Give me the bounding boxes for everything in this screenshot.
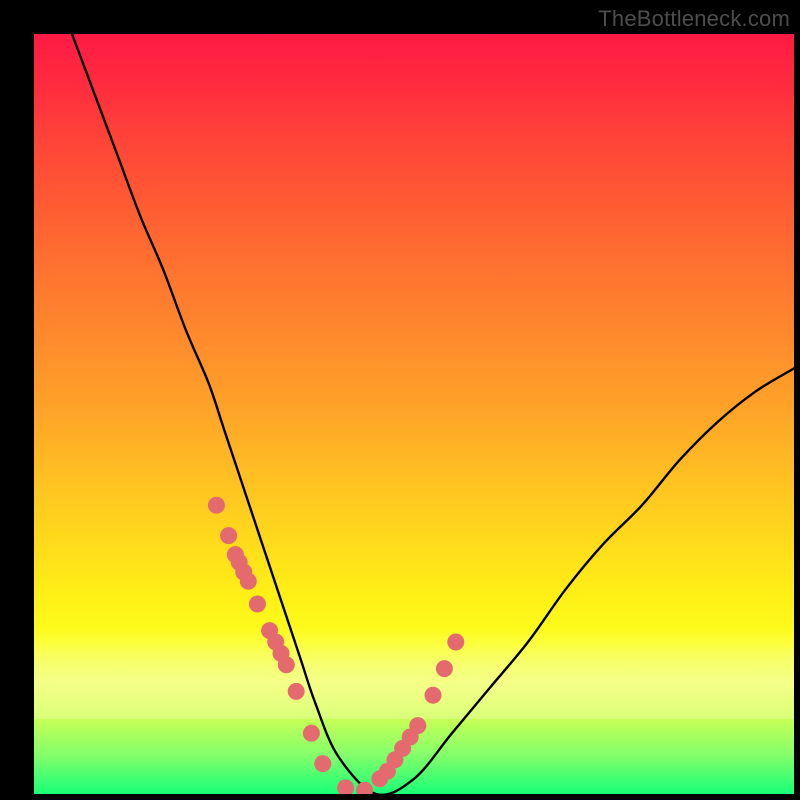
highlight-dot	[288, 683, 305, 700]
curve-layer	[34, 34, 794, 794]
chart-stage: TheBottleneck.com	[0, 0, 800, 800]
highlight-dot	[208, 497, 225, 514]
watermark-text: TheBottleneck.com	[598, 6, 790, 32]
plot-area	[34, 34, 794, 794]
highlight-dot	[278, 656, 295, 673]
highlight-dot	[314, 755, 331, 772]
highlight-dot	[436, 660, 453, 677]
highlight-dot	[240, 573, 257, 590]
highlight-dot	[303, 725, 320, 742]
highlight-dot	[409, 717, 426, 734]
highlight-dot	[425, 687, 442, 704]
bottleneck-curve	[72, 34, 794, 794]
highlight-dot	[337, 779, 354, 794]
highlight-dot	[447, 634, 464, 651]
highlight-dot	[220, 527, 237, 544]
highlight-dots-group	[208, 497, 464, 794]
highlight-dot	[249, 596, 266, 613]
